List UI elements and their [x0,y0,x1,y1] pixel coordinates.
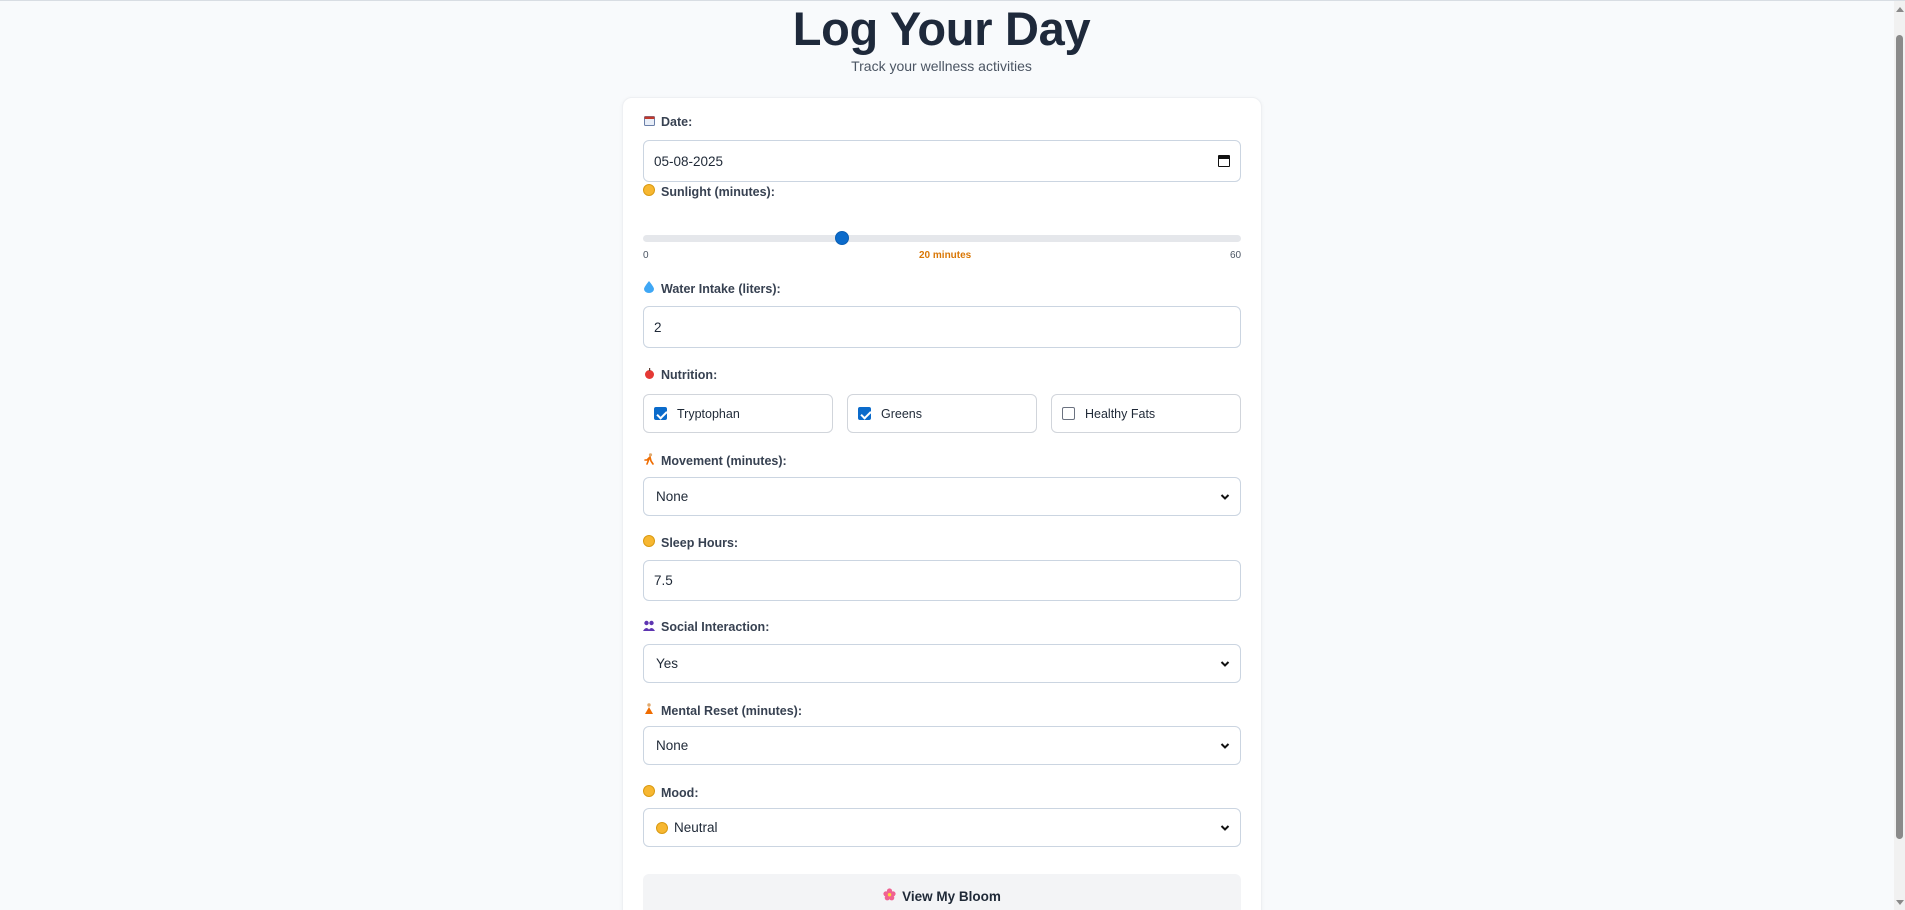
social-label: Social Interaction: [643,620,769,634]
water-input[interactable]: 2 [643,306,1241,348]
view-bloom-button[interactable]: View My Bloom [643,874,1241,910]
mood-selected-text: Neutral [674,820,718,835]
view-bloom-label: View My Bloom [902,888,1001,904]
chevron-down-icon [1220,493,1230,500]
people-icon [643,620,655,634]
mental-reset-label: Mental Reset (minutes): [643,703,802,718]
water-value: 2 [654,319,662,335]
log-form-card: Date: 05-08-2025 Sunlight (minutes): 0 2… [622,97,1262,910]
smiley-icon [643,785,655,800]
greens-checkbox[interactable] [858,407,871,420]
water-label: Water Intake (liters): [643,281,781,296]
sunlight-slider-thumb[interactable] [835,231,850,245]
mental-reset-label-text: Mental Reset (minutes): [661,703,802,718]
sunlight-value-label: 20 minutes [919,250,972,261]
movement-select[interactable]: None [643,477,1241,516]
scroll-down-arrow-icon[interactable] [1896,900,1904,905]
sleep-label: Sleep Hours: [643,535,738,550]
sunlight-label: Sunlight (minutes): [643,184,775,199]
movement-selected: None [656,489,689,504]
sunlight-label-text: Sunlight (minutes): [661,184,775,199]
running-icon [643,453,655,468]
nutrition-option-healthy-fats[interactable]: Healthy Fats [1051,394,1241,433]
date-input[interactable]: 05-08-2025 [643,140,1241,182]
healthy-fats-checkbox[interactable] [1062,407,1075,420]
mental-reset-select[interactable]: None [643,726,1241,765]
date-label: Date: [643,115,692,129]
nutrition-label-text: Nutrition: [661,368,718,382]
mood-selected: Neutral [656,820,1220,835]
nutrition-option-tryptophan[interactable]: Tryptophan [643,394,833,433]
sleep-value: 7.5 [654,573,673,588]
sunlight-slider-track[interactable] [643,235,1241,242]
date-value: 05-08-2025 [654,153,724,169]
healthy-fats-label: Healthy Fats [1085,406,1156,421]
movement-label: Movement (minutes): [643,453,787,468]
flower-icon [883,888,896,904]
droplet-icon [643,281,655,296]
calendar-picker-icon[interactable] [1218,155,1230,167]
page: Log Your Day Track your wellness activit… [0,1,1880,910]
page-subtitle: Track your wellness activities [851,58,1032,74]
date-label-text: Date: [661,115,693,129]
tryptophan-label: Tryptophan [677,406,740,421]
chevron-down-icon [1220,660,1230,667]
chevron-down-icon [1220,742,1230,749]
meditation-icon [643,703,655,718]
sunlight-max-label: 60 [1230,250,1242,261]
sun-face-icon [643,184,655,199]
chevron-down-icon [1220,824,1230,831]
page-scrollbar[interactable] [1894,1,1905,910]
apple-icon [643,368,655,382]
social-select[interactable]: Yes [643,644,1241,683]
calendar-icon [643,115,655,129]
sleep-input[interactable]: 7.5 [643,560,1241,601]
sleeping-face-icon [643,535,655,550]
nutrition-option-greens[interactable]: Greens [847,394,1037,433]
sunlight-min-label: 0 [643,250,649,261]
mood-label-text: Mood: [661,785,699,800]
social-label-text: Social Interaction: [661,620,770,634]
mental-reset-selected: None [656,738,689,753]
nutrition-label: Nutrition: [643,368,717,382]
water-label-text: Water Intake (liters): [661,281,781,296]
mood-label: Mood: [643,785,698,800]
tryptophan-checkbox[interactable] [654,407,667,420]
scroll-up-arrow-icon[interactable] [1896,7,1904,12]
sleep-label-text: Sleep Hours: [661,535,739,550]
social-selected: Yes [656,656,679,671]
page-title: Log Your Day [792,2,1091,55]
movement-label-text: Movement (minutes): [661,453,787,468]
scrollbar-thumb[interactable] [1896,35,1903,839]
neutral-face-icon [656,821,668,834]
mood-select[interactable]: Neutral [643,808,1241,847]
greens-label: Greens [881,406,922,421]
